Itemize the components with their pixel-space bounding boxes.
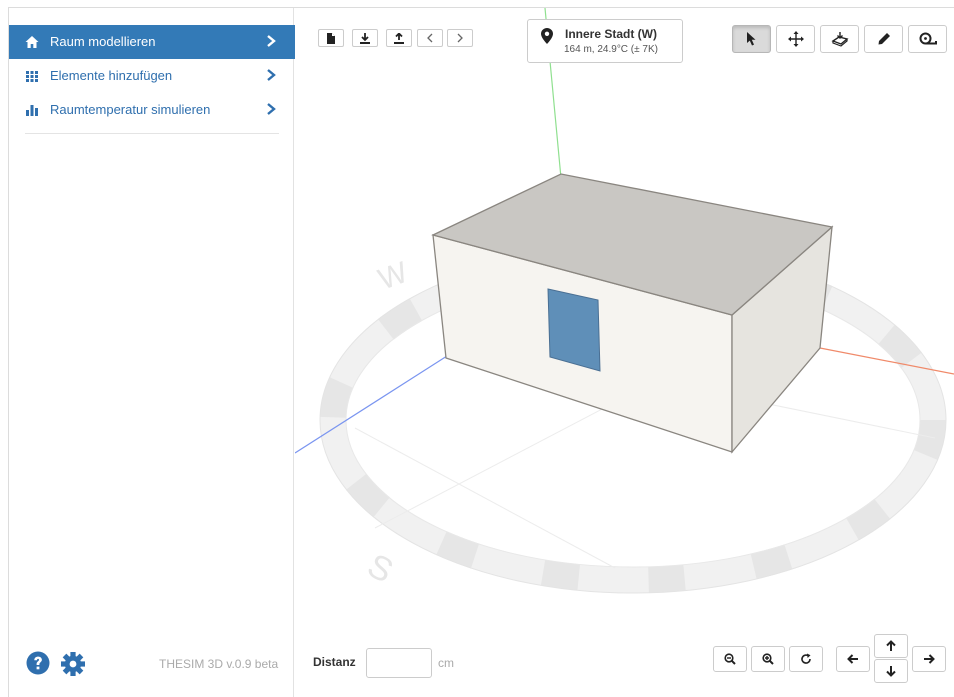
extrude-icon (830, 32, 849, 47)
chevron-right-icon (267, 103, 276, 115)
room-3d-scene[interactable]: W S (295, 8, 954, 697)
compass-w: W (374, 256, 413, 297)
move-tool-button[interactable] (776, 25, 815, 53)
reset-view-icon (801, 653, 811, 664)
map-marker-icon (541, 28, 553, 44)
pan-left-button[interactable] (836, 646, 870, 672)
pan-down-button[interactable] (874, 659, 908, 683)
sidebar-item-label: Raumtemperatur simulieren (50, 102, 211, 117)
arrow-up-icon (886, 640, 896, 651)
draw-tool-button[interactable] (864, 25, 903, 53)
arrow-right-icon (924, 654, 935, 664)
version-label: THESIM 3D v.0.9 beta (159, 657, 279, 671)
sidebar-item-raum-modellieren[interactable]: Raum modellieren (9, 25, 295, 59)
zoom-in-button[interactable] (751, 646, 785, 672)
measure-tape-icon (919, 32, 937, 45)
measure-tool-button[interactable] (908, 25, 947, 53)
move-icon (787, 31, 804, 47)
sidebar-item-elemente-hinzufuegen[interactable]: Elemente hinzufügen (9, 59, 295, 93)
undo-icon (427, 33, 433, 43)
upload-icon (394, 32, 404, 44)
zoom-in-icon (762, 653, 774, 665)
chevron-right-icon (267, 35, 276, 47)
chevron-right-icon (267, 69, 276, 81)
undo-button[interactable] (417, 29, 443, 47)
arrow-down-icon (886, 666, 896, 677)
redo-button[interactable] (447, 29, 473, 47)
extrude-tool-button[interactable] (820, 25, 859, 53)
distance-input[interactable] (366, 648, 432, 678)
upload-button[interactable] (386, 29, 412, 47)
app-root: Raum modellieren Elemente hinzufügen Rau… (0, 0, 954, 697)
bar-chart-icon (26, 105, 38, 116)
sidebar-item-label: Raum modellieren (50, 34, 156, 49)
location-details: 164 m, 24.9°C (± 7K) (564, 44, 658, 55)
sidebar: Raum modellieren Elemente hinzufügen Rau… (8, 8, 295, 697)
compass-s: S (361, 547, 399, 591)
download-icon (360, 32, 370, 44)
home-icon (25, 36, 39, 48)
zoom-out-icon (724, 653, 736, 665)
reset-view-button[interactable] (789, 646, 823, 672)
distance-label: Distanz (313, 655, 356, 669)
sidebar-item-raumtemperatur-simulieren[interactable]: Raumtemperatur simulieren (9, 93, 295, 127)
room-box[interactable] (431, 173, 834, 454)
room-window[interactable] (547, 288, 601, 372)
sidebar-item-label: Elemente hinzufügen (50, 68, 173, 83)
arrow-left-icon (847, 654, 858, 664)
z-axis-line (295, 355, 448, 454)
new-file-icon (327, 32, 335, 44)
nav-divider (25, 133, 279, 134)
gear-icon[interactable] (60, 651, 86, 677)
new-file-button[interactable] (318, 29, 344, 47)
grid-icon (26, 71, 38, 82)
distance-unit: cm (438, 656, 454, 670)
cursor-icon (746, 32, 755, 46)
pencil-icon (878, 33, 890, 45)
pan-right-button[interactable] (912, 646, 946, 672)
location-info-box: Innere Stadt (W) 164 m, 24.9°C (± 7K) (527, 19, 683, 63)
download-button[interactable] (352, 29, 378, 47)
zoom-out-button[interactable] (713, 646, 747, 672)
redo-icon (457, 33, 463, 43)
location-name: Innere Stadt (W) (565, 27, 657, 41)
select-tool-button[interactable] (732, 25, 771, 53)
3d-viewport[interactable]: W S Innere Stadt (W) 164 m, 24.9°C (± 7K… (295, 8, 954, 697)
pan-up-button[interactable] (874, 634, 908, 658)
question-circle-icon[interactable] (26, 651, 50, 675)
